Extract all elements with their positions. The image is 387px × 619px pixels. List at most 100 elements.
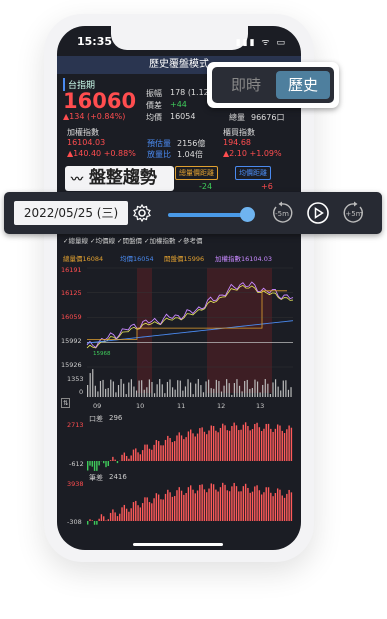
shade-band — [137, 268, 152, 393]
mode-toggle: 即時 歷史 — [212, 67, 334, 103]
amplitude-value: 178 (1.12 — [170, 88, 209, 97]
amplitude-label: 振幅 — [146, 89, 162, 98]
chip1-bar — [105, 461, 107, 468]
chip2-bar — [201, 484, 203, 521]
volume-bar — [94, 385, 96, 397]
chip2-bar — [167, 489, 169, 521]
chip1-bar — [283, 433, 286, 461]
chip2-bar — [153, 498, 155, 521]
chip2-bar — [196, 490, 199, 521]
volume-bar — [179, 380, 181, 397]
chip1-bar — [103, 461, 105, 464]
chip2-bar — [217, 491, 219, 521]
chip2-max: 3938 — [67, 480, 84, 488]
chip2-bar — [112, 509, 114, 521]
chip1-bar — [238, 430, 240, 461]
chip1-bar — [267, 423, 270, 461]
chip2-bar — [123, 504, 126, 521]
forward-5m-icon[interactable]: +5m — [342, 201, 366, 225]
chip2-bar — [109, 512, 112, 521]
volume-bar — [87, 385, 89, 397]
chip1-bar — [201, 427, 203, 461]
chip2-min: -308 — [67, 518, 82, 526]
ratio-value: 1.04倍 — [177, 150, 203, 159]
volume-bar — [133, 386, 135, 397]
chip1-bar — [167, 435, 169, 461]
weighted-label: 加權指數 — [67, 128, 99, 137]
chip1-bar — [260, 431, 263, 461]
volume-bar — [215, 379, 217, 397]
chip2-bar — [171, 496, 174, 521]
volume-bar — [285, 380, 287, 397]
chip2-bar — [199, 484, 201, 521]
x-tick: 12 — [217, 402, 226, 410]
chip1-bar — [226, 430, 229, 461]
chip1-bar — [187, 431, 190, 461]
chip1-bar — [153, 444, 155, 461]
chip2-bar — [139, 507, 142, 521]
volume-bar — [184, 386, 187, 397]
swap-icon[interactable]: ⇅ — [61, 398, 71, 408]
chip1-bar — [107, 461, 109, 466]
volume-bar — [267, 383, 269, 397]
x-tick: 10 — [136, 402, 145, 410]
chip1-bar — [235, 425, 238, 461]
volume-bar — [156, 384, 158, 397]
chip2-bar — [105, 520, 107, 521]
chip2-bar — [231, 486, 233, 521]
volume-bar — [290, 387, 292, 397]
chip1-bar — [176, 435, 178, 461]
chip2-bar — [160, 499, 162, 521]
volume-bar — [92, 369, 94, 397]
ratio-label: 放量比 — [147, 150, 171, 159]
volume-bar — [256, 381, 259, 397]
chip2-bar — [119, 513, 121, 521]
y-tick: 16191 — [61, 266, 82, 274]
gear-icon[interactable] — [132, 203, 152, 223]
volume-bar — [200, 385, 202, 397]
chip1-bar — [210, 425, 212, 461]
chip1-bar — [125, 455, 128, 461]
volume-bar — [102, 379, 104, 397]
tab-history[interactable]: 歷史 — [276, 71, 330, 99]
tab-live[interactable]: 即時 — [220, 71, 272, 99]
chip1-bar — [244, 422, 247, 461]
volume-bar — [97, 391, 99, 397]
chip1-bar — [155, 440, 158, 461]
chip2-bar — [240, 491, 242, 521]
volume-bar — [166, 381, 169, 397]
volume-bar — [138, 380, 140, 397]
chip2-bar — [96, 521, 98, 525]
rewind-5m-icon[interactable]: -5m — [270, 201, 294, 225]
chip2-bar — [263, 492, 265, 521]
volume-bar — [223, 385, 225, 397]
otc-value: 194.68 — [223, 138, 251, 147]
play-icon[interactable] — [306, 201, 330, 225]
home-indicator[interactable] — [133, 543, 223, 546]
chip1-bar — [228, 430, 231, 461]
volume-bar — [153, 393, 156, 397]
chip1-bar — [288, 425, 290, 461]
date-picker[interactable]: 2022/05/25 (三) — [14, 201, 128, 225]
chip1-bar — [212, 425, 215, 461]
chip2-bar — [135, 500, 137, 521]
trend-button[interactable]: 〰 盤整趨勢 — [65, 166, 174, 191]
slider-knob[interactable] — [240, 207, 256, 222]
est-value: 2156億 — [177, 139, 206, 148]
chip1-bar — [109, 460, 112, 461]
chip1-max: 2713 — [67, 421, 84, 429]
spread-label: 價差 — [146, 101, 162, 110]
chip2-bar — [247, 487, 249, 521]
volume-bar — [280, 390, 282, 397]
volume-bar — [231, 394, 233, 397]
chip1-bar — [121, 454, 123, 461]
chip1-bar — [208, 430, 210, 461]
volume-bar — [151, 381, 153, 397]
volume-bar — [148, 379, 150, 397]
volume-bar — [169, 379, 171, 397]
volume-bar — [120, 379, 122, 397]
chip1-bar — [144, 444, 146, 461]
chip2-bar — [148, 502, 151, 521]
chip2-bar — [281, 495, 283, 521]
chip2-bar — [185, 493, 187, 521]
